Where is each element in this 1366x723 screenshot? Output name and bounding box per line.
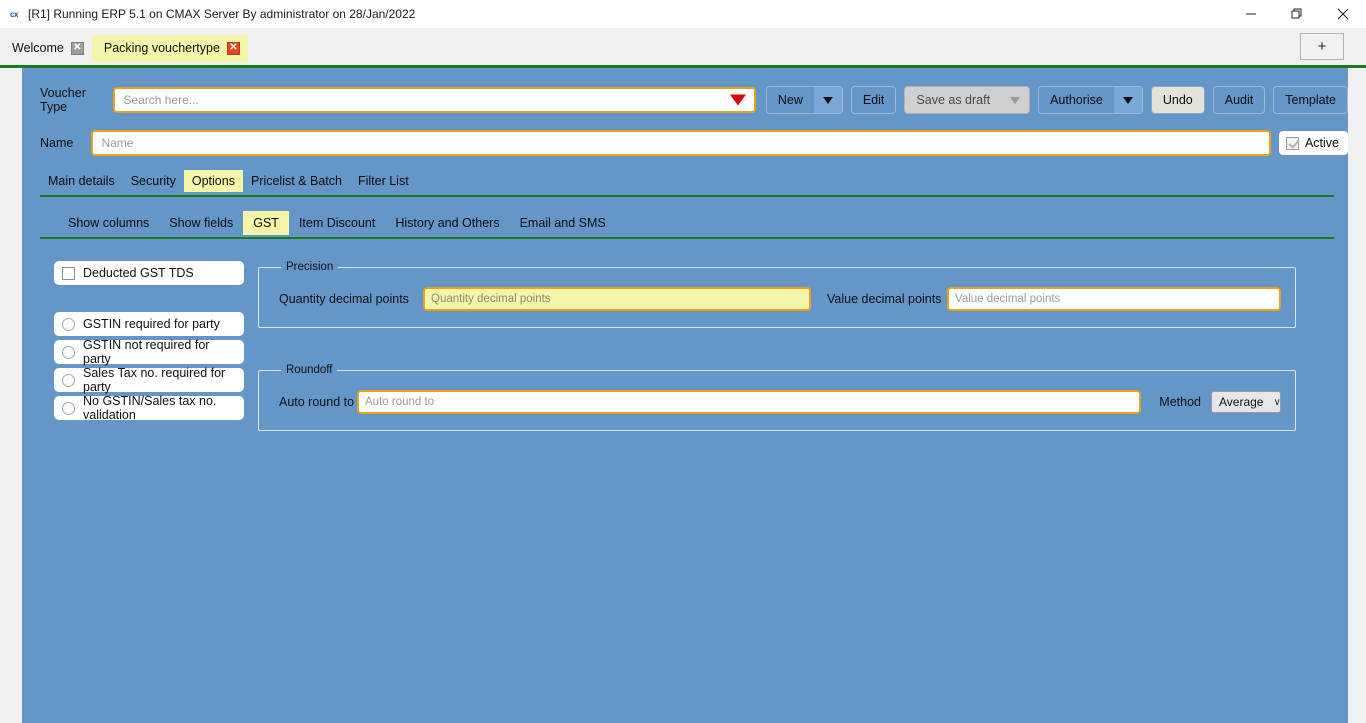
radio-gstin-required-label: GSTIN required for party [83, 317, 220, 331]
audit-button[interactable]: Audit [1212, 86, 1266, 114]
edit-button-label: Edit [862, 93, 885, 107]
subtab-show-fields[interactable]: Show fields [159, 211, 243, 235]
name-row: Name Active [22, 130, 1348, 156]
voucher-type-label: Voucher Type [40, 86, 86, 114]
record-toolbar: New Edit Save as draft Authorise Undo Au… [765, 86, 1348, 114]
subtab-history-and-others[interactable]: History and Others [385, 211, 509, 235]
radio-gstin-required[interactable]: GSTIN required for party [54, 312, 244, 336]
gst-fieldsets: Precision Quantity decimal points Value … [258, 261, 1348, 467]
quantity-decimal-points-field[interactable] [423, 287, 811, 311]
quantity-decimal-points-label: Quantity decimal points [279, 292, 409, 306]
tab-filter-list[interactable]: Filter List [350, 170, 417, 192]
window-titlebar: cx [R1] Running ERP 5.1 on CMAX Server B… [0, 0, 1366, 28]
minimize-icon[interactable] [1228, 0, 1274, 28]
audit-button-label: Audit [1224, 93, 1254, 107]
name-label: Name [40, 136, 74, 150]
new-button-label: New [777, 93, 803, 107]
window-title: [R1] Running ERP 5.1 on CMAX Server By a… [28, 7, 416, 21]
value-decimal-points-field[interactable] [947, 287, 1281, 311]
radio-sales-tax-required-label: Sales Tax no. required for party [83, 366, 226, 394]
tab-security[interactable]: Security [123, 170, 184, 192]
auto-round-to-field[interactable] [357, 390, 1142, 414]
close-tab-icon[interactable]: ✕ [70, 41, 84, 55]
method-select-value: Average [1219, 395, 1264, 409]
window-controls [1228, 0, 1366, 28]
radio-no-validation[interactable]: No GSTIN/Sales tax no. validation [54, 394, 244, 422]
quantity-decimal-points-input[interactable] [425, 289, 809, 309]
radio-gstin-not-required[interactable]: GSTIN not required for party [54, 338, 244, 366]
tab-pricelist-batch[interactable]: Pricelist & Batch [243, 170, 350, 192]
radio-sales-tax-required-dot[interactable] [62, 373, 75, 387]
app-logo-icon: cx [10, 9, 18, 19]
template-button-label: Template [1285, 93, 1336, 107]
name-field[interactable] [91, 130, 1271, 156]
value-decimal-points-label: Value decimal points [827, 292, 942, 306]
deducted-gst-tds-label: Deducted GST TDS [83, 266, 194, 280]
tab-options[interactable]: Options [183, 170, 243, 192]
radio-no-validation-label: No GSTIN/Sales tax no. validation [83, 394, 217, 422]
undo-button[interactable]: Undo [1150, 86, 1205, 114]
active-checkbox-box[interactable] [1285, 136, 1299, 150]
deducted-gst-tds-checkbox[interactable]: Deducted GST TDS [54, 261, 244, 285]
chevron-down-icon: ∨ [1273, 396, 1281, 408]
main-tab-divider [40, 195, 1334, 197]
save-as-draft-dropdown-arrow-icon[interactable] [1001, 87, 1030, 113]
deducted-gst-tds-checkbox-box[interactable] [62, 266, 75, 280]
template-button[interactable]: Template [1273, 86, 1348, 114]
undo-button-label: Undo [1162, 93, 1193, 107]
authorise-button-label: Authorise [1050, 93, 1103, 107]
auto-round-to-label: Auto round to [279, 395, 355, 409]
roundoff-legend: Roundoff [286, 364, 333, 376]
voucher-type-search[interactable] [113, 87, 756, 113]
voucher-type-input[interactable] [115, 89, 754, 111]
name-input[interactable] [93, 132, 1269, 154]
close-icon[interactable] [1320, 0, 1366, 28]
document-tabstrip: Welcome ✕ Packing vouchertype ✕ + [0, 28, 1366, 68]
precision-group: Precision Quantity decimal points Value … [258, 261, 1296, 328]
method-label: Method [1159, 395, 1201, 409]
options-subtabbar: Show columns Show fields GST Item Discou… [22, 211, 1348, 235]
new-dropdown-arrow-icon[interactable] [813, 87, 842, 113]
radio-gstin-not-required-dot[interactable] [62, 345, 75, 359]
radio-sales-tax-required[interactable]: Sales Tax no. required for party [54, 366, 244, 394]
authorise-button[interactable]: Authorise [1038, 86, 1143, 114]
authorise-dropdown-arrow-icon[interactable] [1113, 87, 1142, 113]
edit-button[interactable]: Edit [850, 86, 897, 114]
subtab-email-and-sms[interactable]: Email and SMS [510, 211, 616, 235]
tab-main-details[interactable]: Main details [40, 170, 123, 192]
auto-round-to-input[interactable] [359, 392, 1140, 412]
save-as-draft-button[interactable]: Save as draft [904, 86, 1031, 114]
dropdown-triangle-icon[interactable] [729, 94, 746, 106]
active-checkbox-label: Active [1304, 136, 1339, 150]
method-select[interactable]: Average ∨ [1211, 391, 1281, 413]
subtab-gst[interactable]: GST [243, 211, 289, 235]
subtab-item-discount[interactable]: Item Discount [289, 211, 385, 235]
document-tab-packing-vouchertype[interactable]: Packing vouchertype ✕ [91, 34, 248, 62]
roundoff-group: Roundoff Auto round to Method Average ∨ [258, 364, 1296, 431]
precision-legend: Precision [286, 261, 334, 273]
close-tab-icon[interactable]: ✕ [226, 41, 240, 55]
save-as-draft-label: Save as draft [916, 93, 991, 107]
radio-gstin-required-dot[interactable] [62, 317, 75, 331]
active-checkbox[interactable]: Active [1278, 131, 1348, 155]
radio-gstin-not-required-label: GSTIN not required for party [83, 338, 210, 366]
document-tab-label: Packing vouchertype [103, 41, 220, 55]
restore-icon[interactable] [1274, 0, 1320, 28]
radio-no-validation-dot[interactable] [62, 401, 75, 415]
main-tabbar: Main details Security Options Pricelist … [22, 170, 1348, 192]
new-tab-button[interactable]: + [1300, 33, 1344, 60]
precision-row: Quantity decimal points Value decimal po… [279, 287, 1281, 311]
document-tab-label: Welcome [12, 41, 64, 55]
gst-options-column: Deducted GST TDS GSTIN required for part… [54, 261, 244, 467]
form-client-area: Voucher Type New Edit Save as draft Auth… [22, 68, 1348, 723]
voucher-type-row: Voucher Type New Edit Save as draft Auth… [22, 86, 1348, 114]
document-tab-welcome[interactable]: Welcome ✕ [0, 36, 92, 61]
roundoff-row: Auto round to Method Average ∨ [279, 390, 1281, 414]
value-decimal-points-input[interactable] [949, 289, 1279, 309]
new-button[interactable]: New [765, 86, 843, 114]
gst-panel: Deducted GST TDS GSTIN required for part… [22, 239, 1348, 467]
subtab-show-columns[interactable]: Show columns [58, 211, 159, 235]
